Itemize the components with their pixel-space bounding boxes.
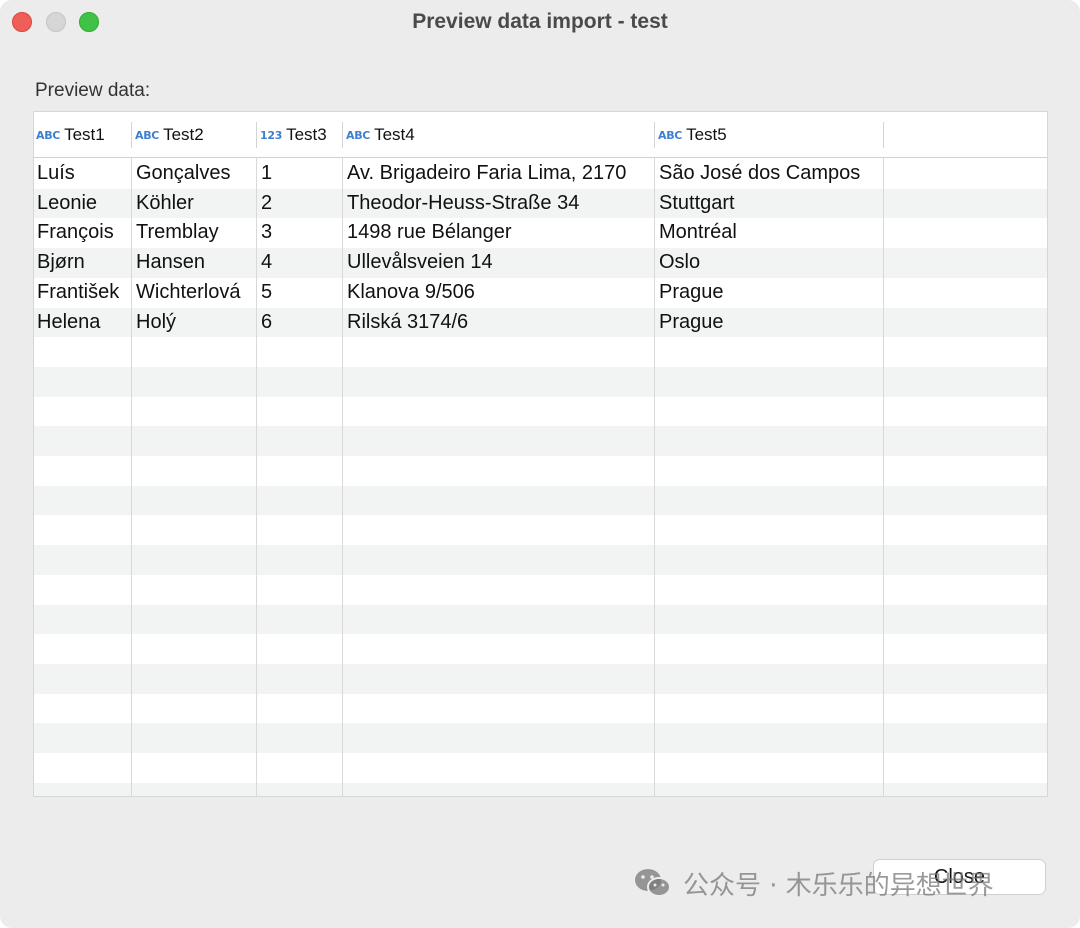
watermark-text: 公众号 · 木乐乐的异想世界 (683, 870, 994, 901)
table-header: ABC Test1 ABC Test2 123 Test3 ABC Test4 … (34, 112, 1047, 158)
import-preview-window: Preview data import - test Preview data:… (0, 0, 1080, 928)
column-divider[interactable] (131, 122, 132, 148)
table-cell: Köhler (136, 191, 194, 214)
table-cell: 1 (261, 162, 273, 184)
empty-row (34, 782, 1047, 796)
column-header-test4[interactable]: ABC Test4 (346, 122, 415, 148)
empty-row (34, 574, 1047, 605)
empty-row (34, 663, 1047, 694)
table-cell: Montréal (659, 221, 737, 244)
column-header-test1[interactable]: ABC Test1 (36, 122, 105, 148)
column-header-label: Test4 (374, 125, 415, 144)
column-header-label: Test2 (163, 125, 204, 144)
empty-row (34, 366, 1047, 397)
table-cell: Luís (37, 162, 75, 184)
empty-row (34, 693, 1047, 724)
column-header-label: Test1 (64, 125, 105, 144)
empty-row (34, 604, 1047, 635)
empty-row (34, 396, 1047, 427)
table-cell: Av. Brigadeiro Faria Lima, 2170 (347, 162, 627, 184)
number-type-icon: 123 (260, 128, 283, 142)
table-cell: 1498 rue Bélanger (347, 221, 512, 244)
table-cell: Helena (37, 310, 101, 333)
column-gridline (883, 158, 884, 796)
table-cell: František (37, 280, 120, 303)
table-cell: Klanova 9/506 (347, 280, 475, 303)
table-cell: 2 (261, 191, 273, 214)
table-cell: Gonçalves (136, 162, 231, 184)
text-type-icon: ABC (346, 128, 371, 142)
table-cell: 4 (261, 251, 273, 274)
table-cell: Ullevålsveien 14 (347, 251, 493, 274)
title-bar: Preview data import - test (0, 0, 1080, 46)
table-cell: 6 (261, 310, 273, 333)
column-header-test2[interactable]: ABC Test2 (135, 122, 204, 148)
table-row[interactable]: Helena Holý 6 Rilská 3174/6 Prague (34, 307, 1047, 338)
window-title: Preview data import - test (412, 10, 668, 33)
column-divider[interactable] (256, 122, 257, 148)
column-divider[interactable] (883, 122, 884, 148)
table-cell: Tremblay (136, 221, 219, 244)
table-cell: François (37, 221, 114, 244)
table-cell: São José dos Campos (659, 162, 861, 184)
watermark: 公众号 · 木乐乐的异想世界 (633, 866, 994, 901)
text-type-icon: ABC (658, 128, 683, 142)
table-cell: Leonie (37, 191, 98, 214)
preview-table[interactable]: ABC Test1 ABC Test2 123 Test3 ABC Test4 … (33, 111, 1048, 797)
column-divider[interactable] (654, 122, 655, 148)
table-cell: Holý (136, 310, 177, 333)
table-row[interactable]: Luís Gonçalves 1 Av. Brigadeiro Faria Li… (34, 159, 1047, 189)
table-cell: Bjørn (37, 251, 85, 274)
text-type-icon: ABC (135, 128, 160, 142)
column-divider[interactable] (342, 122, 343, 148)
table-cell: Theodor-Heuss-Straße 34 (347, 191, 580, 214)
table-row[interactable]: František Wichterlová 5 Klanova 9/506 Pr… (34, 277, 1047, 308)
empty-row (34, 426, 1047, 456)
column-gridline (654, 158, 655, 796)
empty-row (34, 515, 1047, 546)
table-cell: 5 (261, 280, 273, 303)
column-header-label: Test3 (286, 125, 327, 144)
column-gridline (131, 158, 132, 796)
table-cell: Prague (659, 280, 724, 303)
table-cell: 3 (261, 221, 273, 244)
table-cell: Rilská 3174/6 (347, 310, 469, 333)
preview-data-label: Preview data: (35, 80, 151, 101)
column-gridline (342, 158, 343, 796)
wechat-icon (635, 869, 671, 897)
empty-row (34, 723, 1047, 753)
table-cell: Stuttgart (659, 191, 735, 214)
text-type-icon: ABC (36, 128, 61, 142)
table-cell: Prague (659, 310, 724, 333)
table-row[interactable]: Bjørn Hansen 4 Ullevålsveien 14 Oslo (34, 248, 1047, 278)
column-gridline (256, 158, 257, 796)
empty-row (34, 485, 1047, 516)
empty-row (34, 753, 1047, 783)
table-row[interactable]: François Tremblay 3 1498 rue Bélanger Mo… (34, 218, 1047, 249)
empty-row (34, 634, 1047, 664)
table-cell: Oslo (659, 251, 701, 274)
table-row[interactable]: Leonie Köhler 2 Theodor-Heuss-Straße 34 … (34, 188, 1047, 219)
empty-row (34, 545, 1047, 575)
column-header-test5[interactable]: ABC Test5 (658, 122, 727, 148)
table-cell: Wichterlová (136, 280, 241, 303)
empty-row (34, 456, 1047, 486)
table-cell: Hansen (136, 251, 205, 274)
column-header-test3[interactable]: 123 Test3 (260, 122, 327, 148)
empty-row (34, 337, 1047, 367)
column-header-label: Test5 (686, 125, 727, 144)
